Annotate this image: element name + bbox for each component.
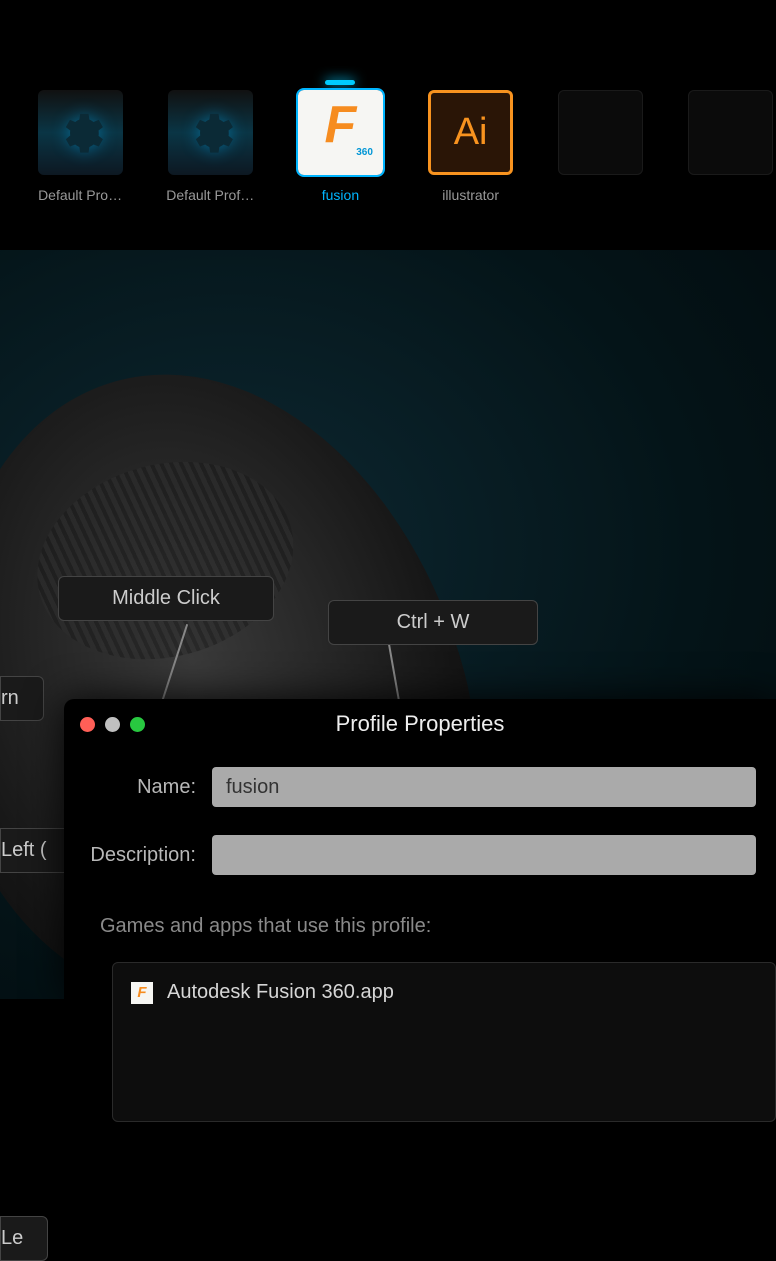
name-row: Name: [84,767,756,807]
mouse-config-area: Middle Click Ctrl + W rn Left ( Le Profi… [0,250,776,999]
profile-bar: Default Pro… Default Prof… F 360 fusion … [0,0,776,250]
dialog-titlebar[interactable]: Profile Properties [64,699,776,749]
profile-label: illustrator [426,187,516,203]
profile-item-empty-2[interactable] [686,90,776,250]
fusion-icon: F 360 [298,90,383,175]
apps-section-label: Games and apps that use this profile: [100,915,776,938]
profile-item-illustrator[interactable]: Ai illustrator [426,90,516,250]
binding-ctrl-w[interactable]: Ctrl + W [328,600,538,645]
profile-properties-dialog: Profile Properties Name: Description: Ga… [64,699,776,999]
profile-item-fusion[interactable]: F 360 fusion [295,90,385,250]
profile-item-default-1[interactable]: Default Pro… [35,90,125,250]
illustrator-icon: Ai [428,90,513,175]
close-button[interactable] [80,717,95,732]
description-input[interactable] [212,835,756,875]
gear-icon [168,90,253,175]
profile-item-empty-1[interactable] [556,90,646,250]
gear-icon [38,90,123,175]
empty-slot-icon [558,90,643,175]
minimize-button[interactable] [105,717,120,732]
profile-label: fusion [295,187,385,203]
app-row[interactable]: F Autodesk Fusion 360.app [131,981,757,1004]
maximize-button[interactable] [130,717,145,732]
empty-slot-icon [688,90,773,175]
apps-list[interactable]: F Autodesk Fusion 360.app [112,962,776,1122]
dialog-title: Profile Properties [64,711,776,737]
profile-label: Default Prof… [165,187,255,203]
binding-left-click[interactable]: Left ( [0,828,72,873]
profile-label: Default Pro… [35,187,125,203]
name-input[interactable] [212,767,756,807]
traffic-lights [80,717,145,732]
name-label: Name: [84,776,212,799]
description-label: Description: [84,844,212,867]
app-name: Autodesk Fusion 360.app [167,981,394,1004]
binding-middle-click[interactable]: Middle Click [58,576,274,621]
binding-partial-le[interactable]: Le [0,1216,48,1261]
binding-partial-rn[interactable]: rn [0,676,44,721]
profile-item-default-2[interactable]: Default Prof… [165,90,255,250]
fusion-icon: F [131,982,153,1004]
description-row: Description: [84,835,756,875]
